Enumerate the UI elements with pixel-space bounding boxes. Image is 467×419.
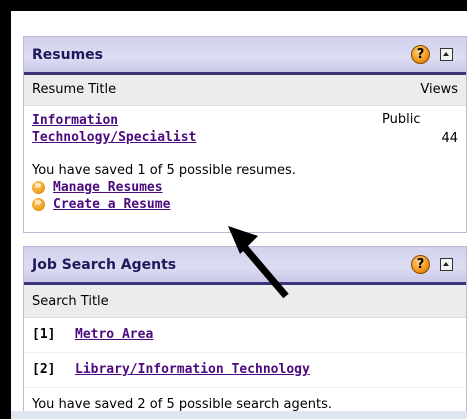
bottom-strip [11, 411, 467, 419]
pointer-arrow-icon [228, 226, 289, 299]
create-resume-action[interactable]: Create a Resume [24, 195, 466, 213]
collapse-icon[interactable] [440, 258, 453, 271]
help-icon[interactable]: ? [411, 45, 430, 64]
resumes-panel-header: Resumes ? [24, 37, 466, 75]
resumes-panel-title: Resumes [32, 47, 103, 63]
resume-row: Information Technology/Specialist Public… [24, 106, 466, 162]
create-resume-link[interactable]: Create a Resume [53, 197, 170, 212]
agents-saved-text: You have saved 2 of 5 possible search ag… [32, 397, 332, 412]
resumes-saved-text: You have saved 1 of 5 possible resumes. [32, 163, 296, 178]
resume-title-link[interactable]: Information Technology/Specialist [32, 112, 272, 146]
search-title-column-label: Search Title [32, 294, 109, 309]
views-column-label: Views [420, 82, 458, 97]
agents-panel-title: Job Search Agents [32, 257, 177, 273]
manage-resumes-action[interactable]: Manage Resumes [24, 178, 466, 196]
resume-title-column-label: Resume Title [32, 82, 117, 97]
collapse-icon[interactable] [440, 48, 453, 61]
agent-number: [1] [32, 327, 56, 342]
bullet-arrow-icon [32, 178, 45, 194]
agent-row: [2] Library/Information Technology [24, 353, 466, 388]
resumes-panel: Resumes ? Resume Title Views Information… [23, 36, 467, 233]
manage-resumes-link[interactable]: Manage Resumes [53, 180, 163, 195]
agent-link-metro-area[interactable]: Metro Area [75, 327, 153, 342]
resume-views-count: 44 [441, 131, 458, 146]
resumes-column-header: Resume Title Views [24, 75, 466, 106]
agent-row: [1] Metro Area [24, 318, 466, 353]
agent-link-library-it[interactable]: Library/Information Technology [75, 362, 310, 377]
resume-visibility: Public [382, 112, 421, 127]
agent-number: [2] [32, 362, 56, 377]
help-icon[interactable]: ? [411, 255, 430, 274]
bullet-arrow-icon [32, 195, 45, 211]
